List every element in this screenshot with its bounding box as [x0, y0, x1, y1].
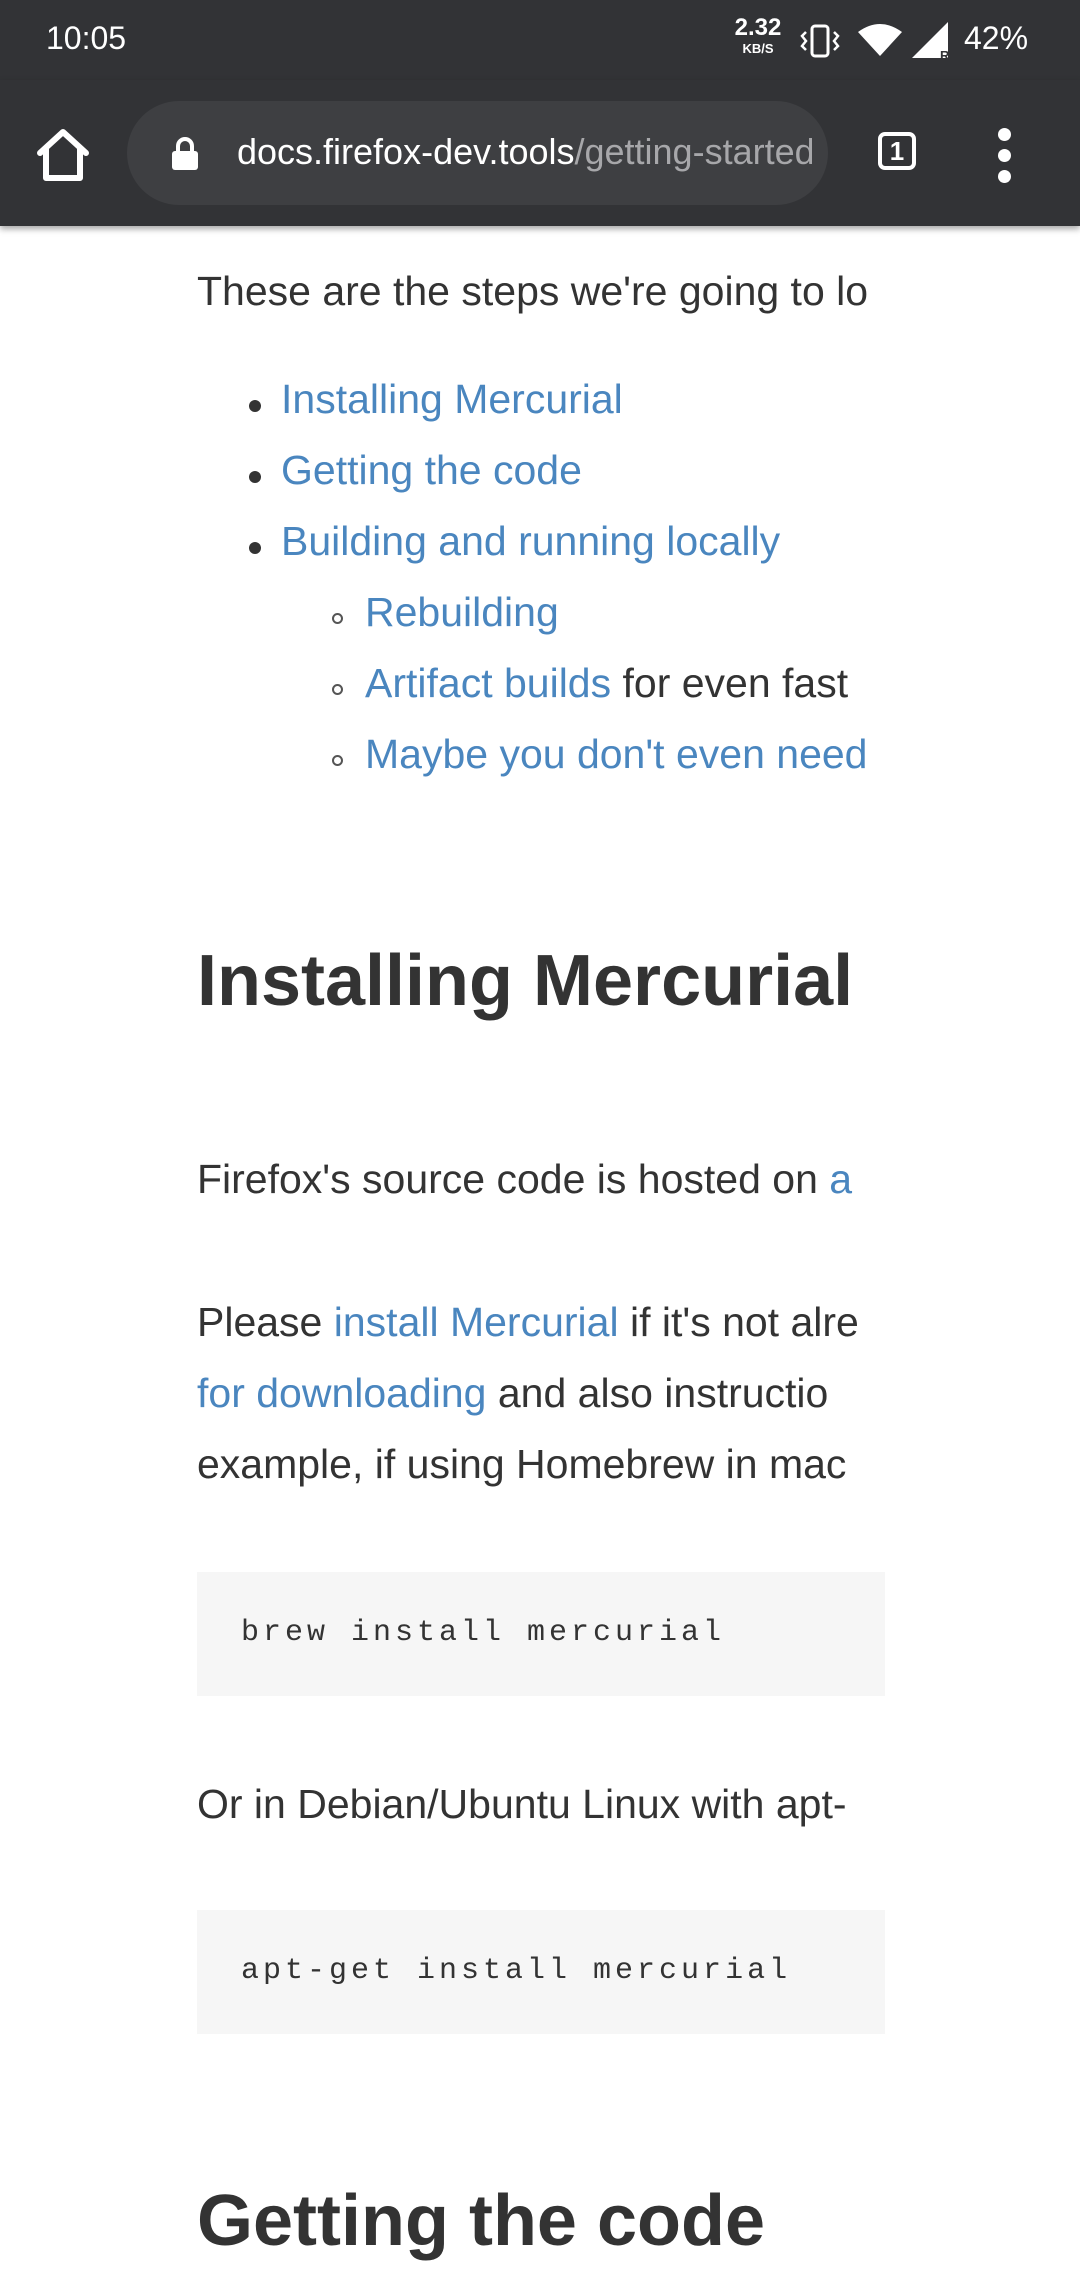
downloading-rest-text: and also instructio [486, 1370, 829, 1416]
toc-link-maybe-not-needed[interactable]: Maybe you don't even need [365, 731, 867, 778]
menu-dot-icon [998, 128, 1011, 141]
circle-bullet-icon [332, 613, 343, 624]
hosted-link[interactable]: a [829, 1156, 852, 1202]
tab-count: 1 [878, 132, 916, 170]
install-mercurial-link[interactable]: install Mercurial [334, 1299, 619, 1345]
lock-icon [172, 137, 198, 170]
install-paragraph-line-3: example, if using Homebrew in mac [197, 1441, 847, 1487]
wifi-icon [858, 24, 902, 56]
bullet-icon [249, 542, 261, 554]
network-speed-unit: KB/S [742, 41, 774, 56]
heading-installing-mercurial: Installing Mercurial [197, 941, 854, 1021]
install-paragraph-line-2: for downloading and also instructio [197, 1370, 828, 1417]
hosted-paragraph: Firefox's source code is hosted on a [197, 1156, 852, 1203]
battery-level: 42% [964, 20, 1029, 56]
signal-icon: R [912, 22, 950, 60]
browser-toolbar: docs.firefox-dev.tools/getting-started 1 [0, 80, 1080, 226]
circle-bullet-icon [332, 755, 343, 766]
tab-switcher-button[interactable]: 1 [874, 128, 924, 178]
code-brew-text: brew install mercurial [241, 1616, 726, 1650]
for-downloading-link[interactable]: for downloading [197, 1370, 486, 1416]
toc-link-building-running[interactable]: Building and running locally [281, 518, 780, 565]
please-rest-text: if it's not alre [618, 1299, 859, 1345]
bullet-icon [249, 400, 261, 412]
network-speed: 2.32 KB/S [728, 14, 788, 56]
bullet-icon [249, 471, 261, 483]
toc-link-rebuilding[interactable]: Rebuilding [365, 589, 559, 636]
intro-paragraph: These are the steps we're going to lo [197, 268, 869, 314]
circle-bullet-icon [332, 684, 343, 695]
status-time: 10:05 [46, 20, 127, 56]
menu-dot-icon [998, 149, 1011, 162]
more-menu-button[interactable] [990, 128, 1020, 184]
url-text[interactable]: docs.firefox-dev.tools/getting-started [237, 131, 812, 173]
code-block-apt: apt-get install mercurial [197, 1910, 885, 2034]
address-bar[interactable]: docs.firefox-dev.tools/getting-started [127, 101, 828, 205]
home-button[interactable] [28, 120, 98, 190]
code-block-brew: brew install mercurial [197, 1572, 885, 1696]
toc-item-artifact-builds: Artifact builds for even fast [365, 660, 848, 707]
svg-text:R: R [940, 48, 950, 60]
home-icon [37, 129, 89, 181]
toc-link-artifact-builds[interactable]: Artifact builds [365, 660, 611, 706]
page-content: These are the steps we're going to lo In… [197, 226, 885, 2280]
toc-artifact-suffix: for even fast [611, 660, 849, 706]
vibrate-icon [800, 24, 840, 58]
network-speed-value: 2.32 [734, 14, 782, 41]
status-bar: 10:05 2.32 KB/S R 42% [0, 0, 1080, 80]
heading-getting-the-code: Getting the code [197, 2181, 766, 2261]
code-apt-text: apt-get install mercurial [241, 1954, 792, 1988]
url-path: /getting-started [574, 131, 812, 172]
hosted-text: Firefox's source code is hosted on [197, 1156, 830, 1202]
debian-paragraph: Or in Debian/Ubuntu Linux with apt- [197, 1781, 847, 1827]
menu-dot-icon [998, 170, 1011, 183]
toc-link-getting-the-code[interactable]: Getting the code [281, 447, 582, 494]
please-text: Please [197, 1299, 334, 1345]
url-host: docs.firefox-dev.tools [237, 131, 575, 172]
toc-link-installing-mercurial[interactable]: Installing Mercurial [281, 376, 623, 423]
install-paragraph-line-1: Please install Mercurial if it's not alr… [197, 1299, 859, 1346]
